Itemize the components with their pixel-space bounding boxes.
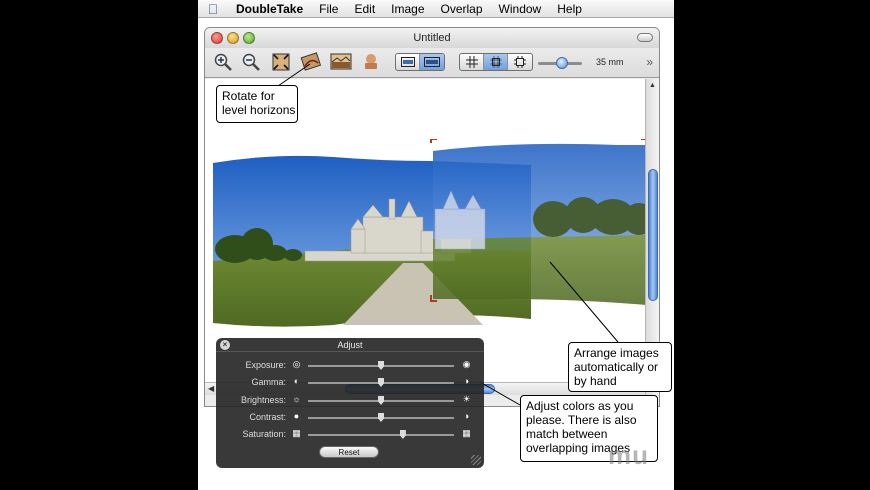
focal-length-value: 35 mm (596, 57, 624, 67)
brightness-row: Brightness: ☼ ☀ (216, 394, 484, 408)
window-title: Untitled (413, 32, 451, 44)
callout-arrange-line: Arrange images (574, 346, 659, 360)
callout-adjust-line: match between (526, 427, 608, 441)
menu-app-name[interactable]: DoubleTake (228, 2, 311, 16)
gamma-slider[interactable] (308, 378, 454, 387)
contrast-row: Contrast: ● ◑ (216, 411, 484, 425)
brightness-high-icon: ☀ (462, 394, 471, 404)
panorama-view-icon[interactable] (420, 54, 444, 70)
saturation-slider-knob[interactable] (399, 430, 406, 439)
toolbar-toggle-button[interactable] (637, 33, 653, 42)
callout-arrange-line: by hand (574, 374, 617, 388)
frame-grid-icon[interactable] (508, 54, 532, 70)
screen:  DoubleTake File Edit Image Overlap Win… (198, 0, 674, 490)
callout-rotate-line: Rotate for (222, 89, 275, 103)
brightness-low-icon: ☼ (292, 394, 301, 404)
saturation-low-icon: ▦ (292, 428, 301, 438)
resize-grip-icon[interactable] (471, 455, 481, 465)
scroll-up-icon[interactable]: ▲ (649, 82, 656, 89)
stamp-icon[interactable] (359, 50, 383, 74)
vertical-scroll-thumb[interactable] (648, 169, 658, 301)
menu-file[interactable]: File (311, 2, 346, 16)
rotate-icon[interactable] (299, 50, 323, 74)
menu-window[interactable]: Window (491, 2, 550, 16)
adjust-panel-title: Adjust (216, 338, 484, 352)
landscape-icon[interactable] (329, 50, 353, 74)
close-window-button[interactable] (211, 32, 223, 44)
brightness-slider[interactable] (308, 396, 454, 405)
saturation-high-icon: ▦ (462, 428, 471, 438)
zoom-in-icon[interactable] (211, 50, 235, 74)
adjust-panel-close-button[interactable]: × (220, 340, 230, 350)
reset-button[interactable]: Reset (319, 446, 379, 458)
fit-icon[interactable] (269, 50, 293, 74)
panorama-image[interactable] (213, 139, 647, 339)
menu-help[interactable]: Help (549, 2, 590, 16)
contrast-label: Contrast: (249, 412, 286, 422)
callout-arrange: Arrange images automatically or by hand (568, 342, 672, 392)
watermark-logo: mu (608, 440, 649, 470)
adjust-panel: Adjust × Exposure: ◎ ◉ Gamma: ◐ ◑ Bright… (216, 338, 484, 468)
focal-length-slider[interactable] (538, 57, 582, 69)
crop-grid-icon[interactable] (484, 54, 508, 70)
grid-icon[interactable] (460, 54, 484, 70)
callout-arrange-line: automatically or (574, 360, 659, 374)
saturation-row: Saturation: ▦ ▦ (216, 428, 484, 442)
scroll-left-icon[interactable]: ◀ (208, 384, 214, 393)
exposure-slider-knob[interactable] (378, 361, 384, 370)
contrast-slider[interactable] (308, 413, 454, 422)
grid-mode-segmented (459, 53, 533, 71)
gamma-low-icon: ◐ (293, 376, 300, 386)
toolbar: 35 mm » (205, 48, 659, 78)
brightness-slider-knob[interactable] (378, 396, 384, 405)
zoom-out-icon[interactable] (239, 50, 263, 74)
callout-rotate-line: level horizons (222, 103, 296, 117)
gamma-label: Gamma: (251, 377, 286, 387)
single-view-icon[interactable] (396, 54, 420, 70)
apple-menu-icon[interactable]:  (198, 1, 228, 17)
callout-rotate: Rotate for level horizons (216, 85, 298, 123)
focal-length-slider-knob[interactable] (556, 57, 568, 69)
callout-adjust-line: please. There is also (526, 413, 637, 427)
brightness-label: Brightness: (240, 395, 286, 405)
contrast-high-icon: ◑ (463, 411, 470, 421)
zoom-window-button[interactable] (243, 32, 255, 44)
saturation-slider[interactable] (308, 430, 454, 439)
gamma-row: Gamma: ◐ ◑ (216, 376, 484, 390)
menu-bar:  DoubleTake File Edit Image Overlap Win… (198, 0, 674, 18)
exposure-low-icon: ◎ (292, 359, 301, 369)
exposure-row: Exposure: ◎ ◉ (216, 359, 484, 373)
menu-overlap[interactable]: Overlap (433, 2, 491, 16)
gamma-high-icon: ◑ (463, 376, 470, 386)
exposure-slider[interactable] (308, 361, 454, 370)
exposure-label: Exposure: (245, 360, 286, 370)
minimize-window-button[interactable] (227, 32, 239, 44)
menu-image[interactable]: Image (383, 2, 432, 16)
menu-edit[interactable]: Edit (346, 2, 383, 16)
saturation-label: Saturation: (242, 429, 286, 439)
exposure-high-icon: ◉ (462, 359, 471, 369)
contrast-slider-knob[interactable] (378, 413, 384, 422)
contrast-low-icon: ● (293, 411, 300, 421)
callout-adjust-line: Adjust colors as you (526, 399, 634, 413)
toolbar-overflow-icon[interactable]: » (646, 55, 653, 69)
view-mode-segmented (395, 53, 445, 71)
gamma-slider-knob[interactable] (378, 378, 384, 387)
title-bar: Untitled (205, 28, 659, 48)
